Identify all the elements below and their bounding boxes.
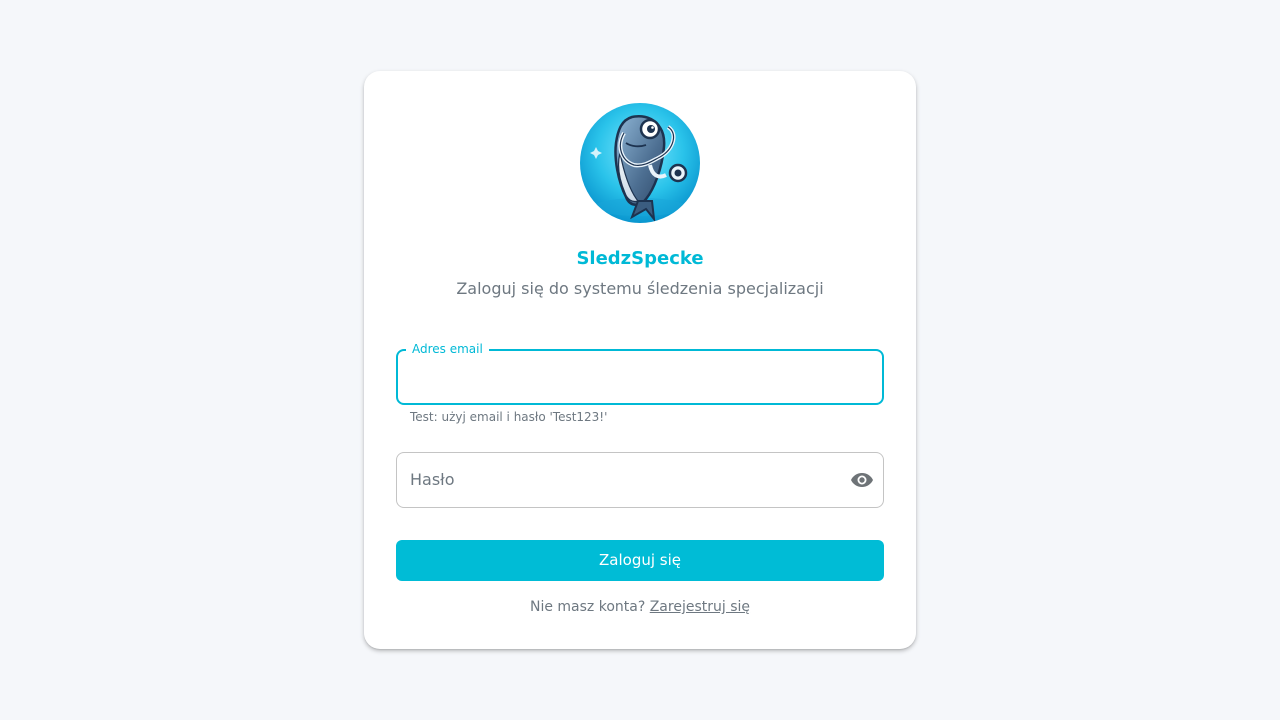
email-helper-text: Test: użyj email i hasło 'Test123!' <box>410 410 608 424</box>
app-logo <box>580 103 700 223</box>
register-prompt: Nie masz konta? <box>529 599 646 615</box>
app-title: SledzSpecke <box>576 248 704 269</box>
fish-stethoscope-logo-icon <box>580 103 700 223</box>
email-input[interactable] <box>410 351 874 405</box>
eye-icon[interactable] <box>850 468 874 492</box>
register-link[interactable]: Zarejestruj się <box>650 599 750 615</box>
email-field[interactable]: Adres email <box>396 341 884 405</box>
login-card: SledzSpecke Zaloguj się do systemu śledz… <box>364 71 916 649</box>
login-button[interactable]: Zaloguj się <box>396 540 884 581</box>
page-subtitle: Zaloguj się do systemu śledzenia specjal… <box>456 279 824 298</box>
password-field[interactable]: Hasło <box>396 452 884 509</box>
password-input[interactable] <box>409 453 833 509</box>
register-prompt-row: Nie masz konta? Zarejestruj się <box>364 597 916 617</box>
